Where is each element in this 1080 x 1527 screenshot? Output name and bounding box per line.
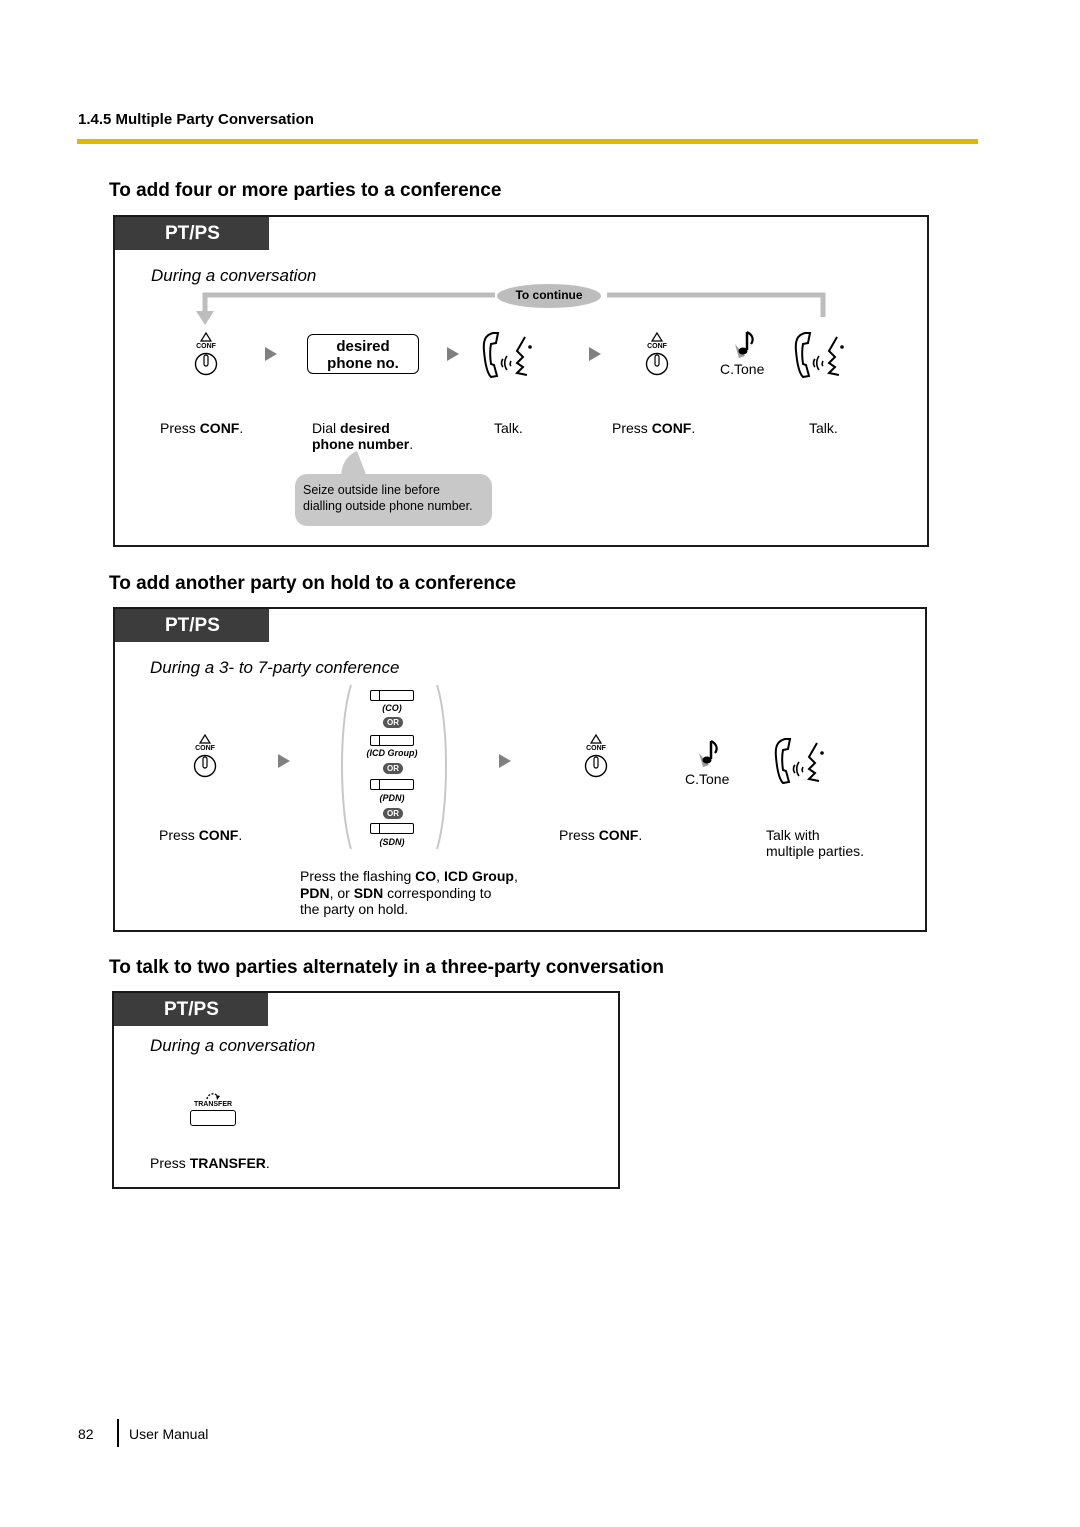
key-caption: (PDN) bbox=[379, 793, 405, 803]
step-label: Dial desired phone number. bbox=[312, 420, 414, 452]
next-arrow-icon bbox=[265, 347, 277, 361]
icd-group-key-icon bbox=[370, 735, 414, 746]
section-3-panel: PT/PS During a conversation TRANSFER Pre… bbox=[112, 991, 620, 1189]
conf-button-icon: CONF bbox=[579, 733, 613, 781]
conf-button-icon: CONF bbox=[189, 331, 223, 379]
context-label: During a 3- to 7-party conference bbox=[150, 658, 400, 677]
next-arrow-icon bbox=[447, 347, 459, 361]
header-rule bbox=[77, 139, 978, 144]
step-label: Talk. bbox=[494, 420, 523, 436]
desired-phone-no-key: desired phone no. bbox=[307, 334, 419, 374]
talk-handset-icon bbox=[774, 738, 824, 785]
note-bubble: Seize outside line before dialling outsi… bbox=[295, 474, 492, 526]
page-number: 82 bbox=[78, 1426, 94, 1442]
conf-button-icon: CONF bbox=[188, 733, 222, 781]
footer-title: User Manual bbox=[129, 1426, 209, 1442]
continue-loop-arrow bbox=[196, 292, 826, 325]
section-1-panel: PT/PS During a conversation To continue … bbox=[113, 215, 929, 547]
step-label: Talk. bbox=[809, 420, 838, 436]
transfer-key bbox=[190, 1110, 236, 1126]
step-label: Press TRANSFER. bbox=[150, 1155, 270, 1171]
step-label: Press CONF. bbox=[612, 420, 696, 436]
key-line-2: phone no. bbox=[327, 355, 399, 372]
step-label: Press CONF. bbox=[559, 827, 643, 843]
key-caption: (ICD Group) bbox=[366, 748, 418, 758]
note-line: Seize outside line before bbox=[303, 483, 440, 497]
conf-label: CONF bbox=[195, 745, 215, 752]
talk-handset-icon bbox=[482, 332, 532, 379]
confirmation-tone-icon bbox=[699, 740, 718, 767]
step-label: Press CONF. bbox=[160, 420, 244, 436]
talk-handset-icon bbox=[794, 332, 844, 379]
or-badge: OR bbox=[383, 808, 403, 819]
conf-label: CONF bbox=[647, 343, 667, 350]
sdn-key-icon bbox=[370, 823, 414, 834]
to-continue-badge: To continue bbox=[497, 284, 601, 308]
transfer-label: TRANSFER bbox=[193, 1101, 233, 1108]
ctone-label: C.Tone bbox=[685, 771, 730, 787]
context-label: During a conversation bbox=[150, 1036, 316, 1055]
or-badge: OR bbox=[383, 763, 403, 774]
next-arrow-icon bbox=[278, 754, 290, 768]
note-line: dialling outside phone number. bbox=[303, 499, 473, 513]
step-label: Press CONF. bbox=[159, 827, 243, 843]
section-1-title: To add four or more parties to a confere… bbox=[109, 180, 502, 201]
section-2-panel: PT/PS During a 3- to 7-party conference … bbox=[113, 607, 927, 932]
key-caption: (SDN) bbox=[379, 837, 405, 847]
step-label: Press the flashing CO, ICD Group, PDN, o… bbox=[300, 868, 518, 917]
conf-button-icon: CONF bbox=[640, 331, 674, 379]
key-caption: (CO) bbox=[382, 703, 402, 713]
section-3-title: To talk to two parties alternately in a … bbox=[109, 957, 665, 978]
conf-label: CONF bbox=[196, 343, 216, 350]
footer-divider bbox=[117, 1419, 119, 1447]
step-label: Talk with multiple parties. bbox=[766, 827, 865, 859]
ctone-label: C.Tone bbox=[720, 361, 765, 377]
co-key-icon bbox=[370, 690, 414, 701]
pt-ps-tab: PT/PS bbox=[114, 993, 268, 1026]
or-badge: OR bbox=[383, 717, 403, 728]
next-arrow-icon bbox=[589, 347, 601, 361]
section-heading: 1.4.5 Multiple Party Conversation bbox=[78, 111, 314, 128]
conf-label: CONF bbox=[586, 745, 606, 752]
section-2-title: To add another party on hold to a confer… bbox=[109, 573, 517, 594]
confirmation-tone-icon bbox=[735, 331, 754, 358]
key-line-1: desired bbox=[336, 338, 390, 355]
pdn-key-icon bbox=[370, 779, 414, 790]
transfer-button-icon: TRANSFER bbox=[188, 1091, 238, 1131]
pt-ps-tab: PT/PS bbox=[115, 609, 269, 642]
next-arrow-icon bbox=[499, 754, 511, 768]
